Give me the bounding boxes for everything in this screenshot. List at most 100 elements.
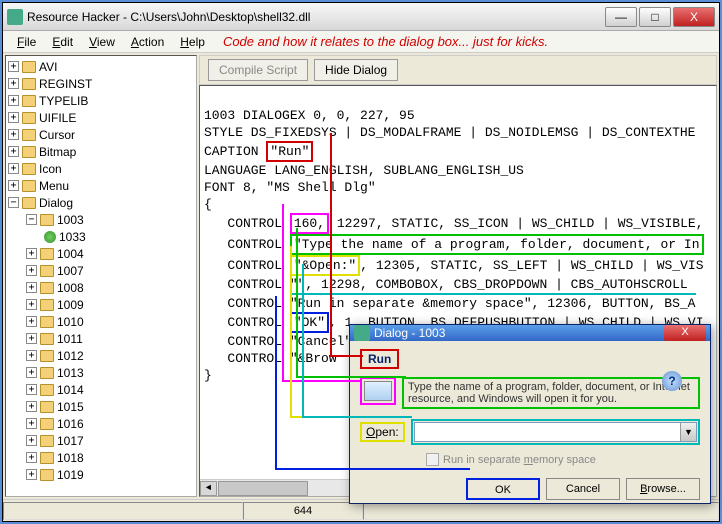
folder-icon <box>40 418 54 430</box>
expand-icon[interactable]: + <box>26 418 37 429</box>
collapse-icon[interactable]: − <box>8 197 19 208</box>
open-combobox[interactable]: ▼ <box>414 422 697 442</box>
tree-item[interactable]: +Cursor <box>8 126 196 143</box>
tree-item[interactable]: +Menu <box>8 177 196 194</box>
expand-icon[interactable]: + <box>26 333 37 344</box>
tree-item[interactable]: +UIFILE <box>8 109 196 126</box>
expand-icon[interactable]: + <box>8 78 19 89</box>
expand-icon[interactable]: + <box>26 435 37 446</box>
dialog-close-button[interactable]: X <box>664 325 706 341</box>
run-icon <box>360 377 396 405</box>
dialog-icon <box>354 325 370 341</box>
toolbar: Compile Script Hide Dialog <box>199 55 717 85</box>
highlight-open: "&Open:" <box>290 255 360 276</box>
tree-dialog[interactable]: −Dialog <box>8 194 196 211</box>
scroll-left-icon[interactable]: ◄ <box>200 481 217 496</box>
expand-icon[interactable]: + <box>26 265 37 276</box>
tree-item[interactable]: +1013 <box>8 364 196 381</box>
expand-icon[interactable]: + <box>8 95 19 106</box>
tree-item[interactable]: +1016 <box>8 415 196 432</box>
expand-icon[interactable]: + <box>26 469 37 480</box>
tree-item[interactable]: +1017 <box>8 432 196 449</box>
app-icon <box>7 9 23 25</box>
resource-icon <box>44 231 56 243</box>
folder-icon <box>40 265 54 277</box>
tree-1003[interactable]: −1003 <box>8 211 196 228</box>
menu-action[interactable]: Action <box>123 33 172 51</box>
expand-icon[interactable]: + <box>26 248 37 259</box>
help-icon[interactable]: ? <box>662 371 682 391</box>
folder-icon <box>40 248 54 260</box>
tree-item[interactable]: +1009 <box>8 296 196 313</box>
folder-icon <box>22 146 36 158</box>
tree-item[interactable]: +1007 <box>8 262 196 279</box>
expand-icon[interactable]: + <box>8 129 19 140</box>
expand-icon[interactable]: + <box>26 367 37 378</box>
tree-item[interactable]: +Icon <box>8 160 196 177</box>
memory-checkbox[interactable] <box>426 453 439 466</box>
compile-button[interactable]: Compile Script <box>208 59 308 81</box>
folder-icon <box>40 384 54 396</box>
expand-icon[interactable]: + <box>8 61 19 72</box>
expand-icon[interactable]: + <box>8 163 19 174</box>
tree-item[interactable]: +AVI <box>8 58 196 75</box>
expand-icon[interactable]: + <box>8 180 19 191</box>
tree-item[interactable]: +1008 <box>8 279 196 296</box>
folder-icon <box>40 333 54 345</box>
highlight-combo: "", 12298, COMBOBOX, CBS_DROPDOWN | CBS_… <box>290 276 696 295</box>
scroll-thumb[interactable] <box>218 481 308 496</box>
run-dialog[interactable]: Dialog - 1003 X Run ? Type the name of a… <box>349 324 711 504</box>
expand-icon[interactable]: + <box>26 316 37 327</box>
tree-item[interactable]: +1015 <box>8 398 196 415</box>
hide-dialog-button[interactable]: Hide Dialog <box>314 59 398 81</box>
cancel-button[interactable]: Cancel <box>546 478 620 500</box>
tree-item[interactable]: +1010 <box>8 313 196 330</box>
expand-icon[interactable]: + <box>8 112 19 123</box>
expand-icon[interactable]: + <box>26 384 37 395</box>
minimize-button[interactable]: — <box>605 7 637 27</box>
tree-item[interactable]: +REGINST <box>8 75 196 92</box>
resource-tree[interactable]: +AVI+REGINST+TYPELIB+UIFILE+Cursor+Bitma… <box>5 55 197 497</box>
dialog-body: Run ? Type the name of a program, folder… <box>350 341 710 508</box>
tree-1033[interactable]: 1033 <box>8 228 196 245</box>
tree-item[interactable]: +1012 <box>8 347 196 364</box>
folder-icon <box>22 129 36 141</box>
highlight-ok: "OK" <box>290 312 329 333</box>
folder-icon <box>22 61 36 73</box>
close-button[interactable]: X <box>673 7 715 27</box>
tree-item[interactable]: +1014 <box>8 381 196 398</box>
ok-button[interactable]: OK <box>466 478 540 500</box>
menu-view[interactable]: View <box>81 33 123 51</box>
dialog-title: Dialog - 1003 <box>374 326 445 340</box>
tree-item[interactable]: +TYPELIB <box>8 92 196 109</box>
expand-icon[interactable]: + <box>26 299 37 310</box>
collapse-icon[interactable]: − <box>26 214 37 225</box>
tree-item[interactable]: +1019 <box>8 466 196 483</box>
folder-icon <box>22 197 36 209</box>
tree-item[interactable]: +Bitmap <box>8 143 196 160</box>
expand-icon[interactable]: + <box>8 146 19 157</box>
tree-item[interactable]: +1004 <box>8 245 196 262</box>
maximize-button[interactable]: □ <box>639 7 671 27</box>
expand-icon[interactable]: + <box>26 401 37 412</box>
expand-icon[interactable]: + <box>26 282 37 293</box>
dropdown-icon[interactable]: ▼ <box>680 423 696 441</box>
expand-icon[interactable]: + <box>26 350 37 361</box>
folder-icon <box>22 180 36 192</box>
folder-icon <box>22 163 36 175</box>
folder-icon <box>40 316 54 328</box>
highlight-desc: "Type the name of a program, folder, doc… <box>290 234 704 255</box>
dialog-titlebar[interactable]: Dialog - 1003 X <box>350 325 710 341</box>
run-caption: Run <box>360 349 399 369</box>
folder-icon <box>40 282 54 294</box>
menu-help[interactable]: Help <box>172 33 213 51</box>
browse-button[interactable]: Browse... <box>626 478 700 500</box>
tree-item[interactable]: +1011 <box>8 330 196 347</box>
folder-icon <box>40 469 54 481</box>
menu-edit[interactable]: Edit <box>44 33 81 51</box>
titlebar[interactable]: Resource Hacker - C:\Users\John\Desktop\… <box>3 3 719 31</box>
menu-file[interactable]: File <box>9 33 44 51</box>
tree-item[interactable]: +1018 <box>8 449 196 466</box>
expand-icon[interactable]: + <box>26 452 37 463</box>
folder-icon <box>40 401 54 413</box>
